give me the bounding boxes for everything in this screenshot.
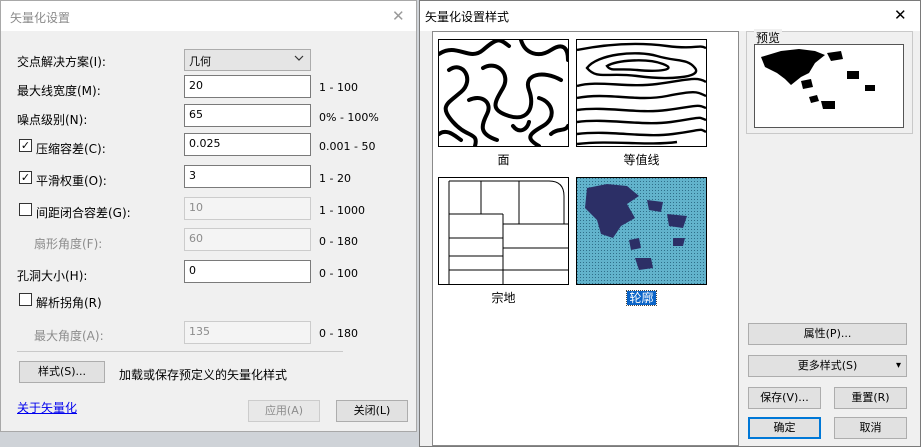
compression-label: 压缩容差(C):: [36, 142, 106, 156]
cancel-button[interactable]: 取消: [834, 417, 907, 439]
resolve-corners-checkbox[interactable]: [19, 293, 32, 306]
save-button[interactable]: 保存(V)...: [748, 387, 821, 409]
about-vectorization-link[interactable]: 关于矢量化: [17, 399, 77, 416]
outline-pattern-icon: [577, 178, 706, 284]
gap-closure-range: 1 - 1000: [319, 204, 365, 217]
smoothing-checkbox[interactable]: ✓: [19, 171, 32, 184]
more-styles-button[interactable]: 更多样式(S) ▾: [748, 355, 907, 377]
noise-level-input[interactable]: 65: [184, 104, 311, 127]
styles-button[interactable]: 样式(S)...: [19, 361, 105, 383]
dialog-title: 矢量化设置: [10, 11, 71, 25]
style-label-parcel[interactable]: 宗地: [438, 289, 569, 306]
style-thumbnail-contour[interactable]: [576, 39, 707, 147]
fan-angle-input[interactable]: 60: [184, 228, 311, 251]
style-list: 面 等值线 宗地 轮廓: [432, 31, 739, 446]
more-styles-label: 更多样式(S): [797, 359, 858, 372]
resolve-corners-label: 解析拐角(R): [36, 296, 102, 310]
fan-angle-range: 0 - 180: [319, 235, 358, 248]
chevron-down-icon: ▾: [895, 360, 901, 371]
compression-input[interactable]: 0.025: [184, 133, 311, 156]
compression-range: 0.001 - 50: [319, 140, 376, 153]
intersection-dropdown[interactable]: 几何: [184, 49, 311, 71]
properties-button[interactable]: 属性(P)...: [748, 323, 907, 345]
reset-button[interactable]: 重置(R): [834, 387, 907, 409]
apply-button[interactable]: 应用(A): [248, 400, 320, 422]
noise-level-label: 噪点级别(N):: [17, 113, 88, 127]
ok-button[interactable]: 确定: [748, 417, 821, 439]
style-thumbnail-outline[interactable]: [576, 177, 707, 285]
dialog-title: 矢量化设置样式: [425, 10, 510, 24]
hole-size-input[interactable]: 0: [184, 260, 311, 283]
compression-checkbox[interactable]: ✓: [19, 139, 32, 152]
gap-closure-checkbox[interactable]: [19, 203, 32, 216]
chevron-down-icon: [294, 54, 304, 64]
noise-level-range: 0% - 100%: [319, 111, 379, 124]
gap-closure-input[interactable]: 10: [184, 197, 311, 220]
max-angle-input[interactable]: 135: [184, 321, 311, 344]
hole-size-label: 孔洞大小(H):: [17, 269, 88, 283]
max-line-width-label: 最大线宽度(M):: [17, 84, 101, 98]
style-thumbnail-parcel[interactable]: [438, 177, 569, 285]
smoothing-range: 1 - 20: [319, 172, 351, 185]
max-angle-label: 最大角度(A):: [34, 329, 104, 343]
style-label-outline[interactable]: 轮廓: [576, 289, 707, 306]
gap-closure-label: 间距闭合容差(G):: [36, 206, 131, 220]
smoothing-label: 平滑权重(O):: [36, 174, 107, 188]
intersection-value: 几何: [189, 55, 211, 68]
preview-shapes-icon: [761, 49, 875, 109]
max-line-width-input[interactable]: 20: [184, 75, 311, 98]
close-icon[interactable]: ✕: [894, 8, 907, 23]
preview-image: [754, 44, 904, 128]
vectorization-settings-dialog: 矢量化设置 ✕ 交点解决方案(I): 几何 最大线宽度(M): 20 1 - 1…: [0, 0, 417, 432]
hole-size-range: 0 - 100: [319, 267, 358, 280]
contour-pattern-icon: [577, 42, 706, 146]
parcel-pattern-icon: [448, 180, 568, 284]
smoothing-input[interactable]: 3: [184, 165, 311, 188]
fan-angle-label: 扇形角度(F):: [34, 237, 103, 251]
divider: [17, 351, 343, 352]
style-label-area[interactable]: 面: [438, 151, 569, 168]
max-line-width-range: 1 - 100: [319, 81, 358, 94]
max-angle-range: 0 - 180: [319, 327, 358, 340]
style-thumbnail-area[interactable]: [438, 39, 569, 147]
area-pattern-icon: [439, 40, 568, 146]
close-button[interactable]: 关闭(L): [336, 400, 408, 422]
close-icon[interactable]: ✕: [392, 9, 405, 24]
style-label-contour[interactable]: 等值线: [576, 151, 707, 168]
styles-description: 加载或保存预定义的矢量化样式: [119, 368, 288, 382]
intersection-label: 交点解决方案(I):: [17, 55, 106, 69]
vectorization-styles-dialog: 矢量化设置样式 ✕ 面 等值线 宗地 轮廓 预览 属性(P)... 更多样式(S…: [419, 0, 921, 447]
